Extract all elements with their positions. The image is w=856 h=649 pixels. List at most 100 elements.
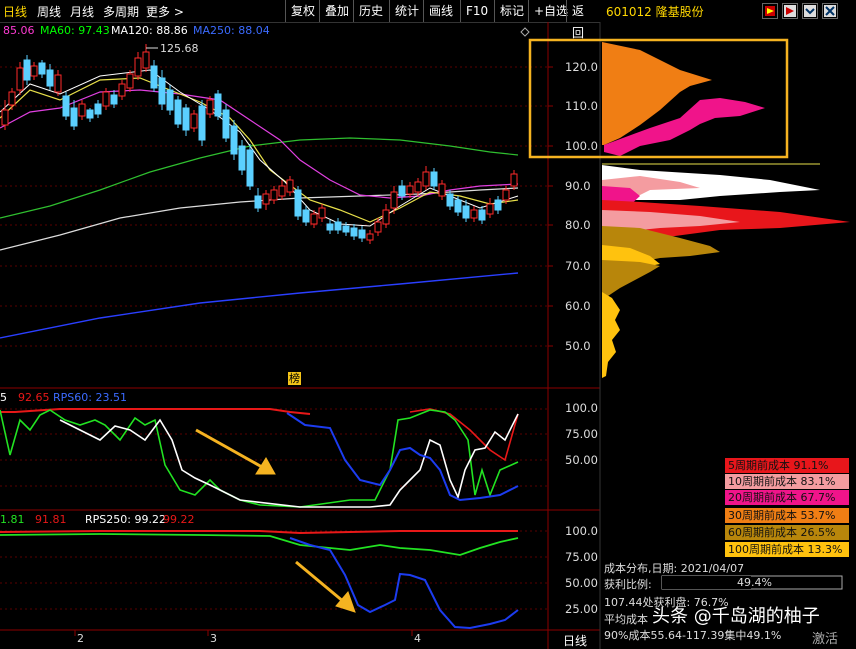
- candle-body: [238, 145, 246, 171]
- candle-body: [310, 213, 318, 225]
- candle-body: [206, 99, 214, 115]
- candle-body: [326, 223, 334, 231]
- candle-body: [350, 227, 358, 237]
- candle-body: [502, 189, 510, 201]
- price-tick: 90.0: [565, 179, 591, 193]
- candle-body: [454, 199, 462, 213]
- candle-body: [1, 109, 9, 126]
- rps1-tick: 75.00: [565, 427, 598, 441]
- rps2-value-2: 99.22: [163, 513, 195, 526]
- price-tick: 60.0: [565, 299, 591, 313]
- rps1-prefix: 5: [0, 391, 7, 404]
- candle-body: [278, 185, 286, 197]
- cost-legend-30: 30周期前成本 53.7%: [725, 508, 849, 523]
- candle-body: [198, 105, 206, 141]
- watermark-sub: 激活: [812, 632, 839, 647]
- candle-body: [62, 95, 70, 117]
- candle-body: [8, 91, 16, 106]
- candle-body: [23, 59, 31, 81]
- price-tick: 120.0: [565, 60, 598, 74]
- rps250-green-line: [0, 533, 519, 556]
- candle-body: [214, 93, 222, 117]
- arrow-annotation-1: [195, 428, 276, 475]
- rps1-value: 92.65: [18, 391, 50, 404]
- candle-body: [302, 209, 310, 223]
- candle-body: [38, 62, 46, 75]
- candle-body: [398, 185, 406, 197]
- candle-body: [158, 77, 166, 105]
- rps2-tick: 25.00: [565, 602, 598, 616]
- candle-body: [390, 191, 398, 209]
- candle-body: [438, 183, 446, 197]
- month-label: 3: [210, 632, 217, 645]
- rps250-red-line: [0, 530, 518, 535]
- bottom-tab-daily[interactable]: 日线: [563, 632, 587, 649]
- rps2-value: 91.81: [35, 513, 67, 526]
- candle-body: [30, 65, 38, 77]
- candle-body: [334, 221, 342, 231]
- cost-legend-60: 60周期前成本 26.5%: [725, 525, 849, 540]
- candle-body: [382, 209, 390, 225]
- candle-body: [118, 83, 126, 97]
- profit-ratio-value: 49.4%: [737, 576, 772, 589]
- cost-legend-5: 5周期前成本 91.1%: [725, 458, 849, 473]
- candle-body: [182, 107, 190, 131]
- ranking-badge[interactable]: 榜: [288, 372, 301, 385]
- candle-body: [286, 179, 294, 193]
- rps2-tick: 75.00: [565, 550, 598, 564]
- candle-body: [342, 225, 350, 233]
- price-tick: 100.0: [565, 139, 598, 153]
- candle-body: [174, 99, 182, 125]
- candle-body: [478, 209, 486, 221]
- rps60-value: RPS60: 23.51: [53, 391, 127, 404]
- price-tick: 70.0: [565, 259, 591, 273]
- cost-legend-100: 100周期前成本 13.3%: [725, 542, 849, 557]
- rps250-value: RPS250: 99.22: [85, 513, 166, 526]
- cost-legend-10: 10周期前成本 83.1%: [725, 474, 849, 489]
- candle-body: [430, 171, 438, 187]
- candle-body: [270, 189, 278, 201]
- candle-body: [422, 171, 430, 187]
- candle-body: [94, 103, 102, 115]
- candle-body: [254, 195, 262, 209]
- candle-body: [16, 67, 24, 91]
- rps250-blue-line: [289, 537, 519, 630]
- candle-body: [374, 221, 382, 233]
- candle-body: [318, 207, 326, 219]
- candle-body: [510, 173, 518, 187]
- candle-body: [294, 189, 302, 217]
- price-tick: 50.0: [565, 339, 591, 353]
- candle-body: [366, 233, 374, 241]
- rps1-tick: 100.0: [565, 401, 598, 415]
- candle-body: [446, 193, 454, 207]
- candle-body: [494, 199, 502, 211]
- candle-body: [142, 51, 150, 69]
- candle-body: [406, 185, 414, 195]
- candle-body: [414, 181, 422, 193]
- avg-cost-label: 平均成本: [604, 613, 648, 626]
- rps1-tick: 50.00: [565, 453, 598, 467]
- rps2-tick: 50.00: [565, 576, 598, 590]
- candle-body: [126, 73, 134, 89]
- price-tick: 80.0: [565, 218, 591, 232]
- candle-body: [150, 65, 158, 89]
- candle-body: [486, 203, 494, 215]
- price-high-label: 125.68: [160, 42, 199, 55]
- cost-legend-20: 20周期前成本 67.7%: [725, 490, 849, 505]
- candle-body: [190, 113, 198, 129]
- month-label: 2: [77, 632, 84, 645]
- candle-body: [246, 149, 254, 187]
- candle-body: [134, 57, 142, 77]
- candle-body: [46, 69, 54, 87]
- candle-body: [470, 209, 478, 219]
- candle-body: [86, 109, 94, 119]
- month-label: 4: [414, 632, 421, 645]
- candle-body: [166, 89, 174, 111]
- cost-date: 成本分布,日期: 2021/04/07: [604, 562, 745, 575]
- candle-body: [78, 103, 86, 117]
- price-tick: 110.0: [565, 99, 598, 113]
- candle-body: [230, 125, 238, 155]
- cost-distribution: [602, 42, 850, 378]
- candle-body: [358, 229, 366, 239]
- rps2-prefix: 1.81: [0, 513, 25, 526]
